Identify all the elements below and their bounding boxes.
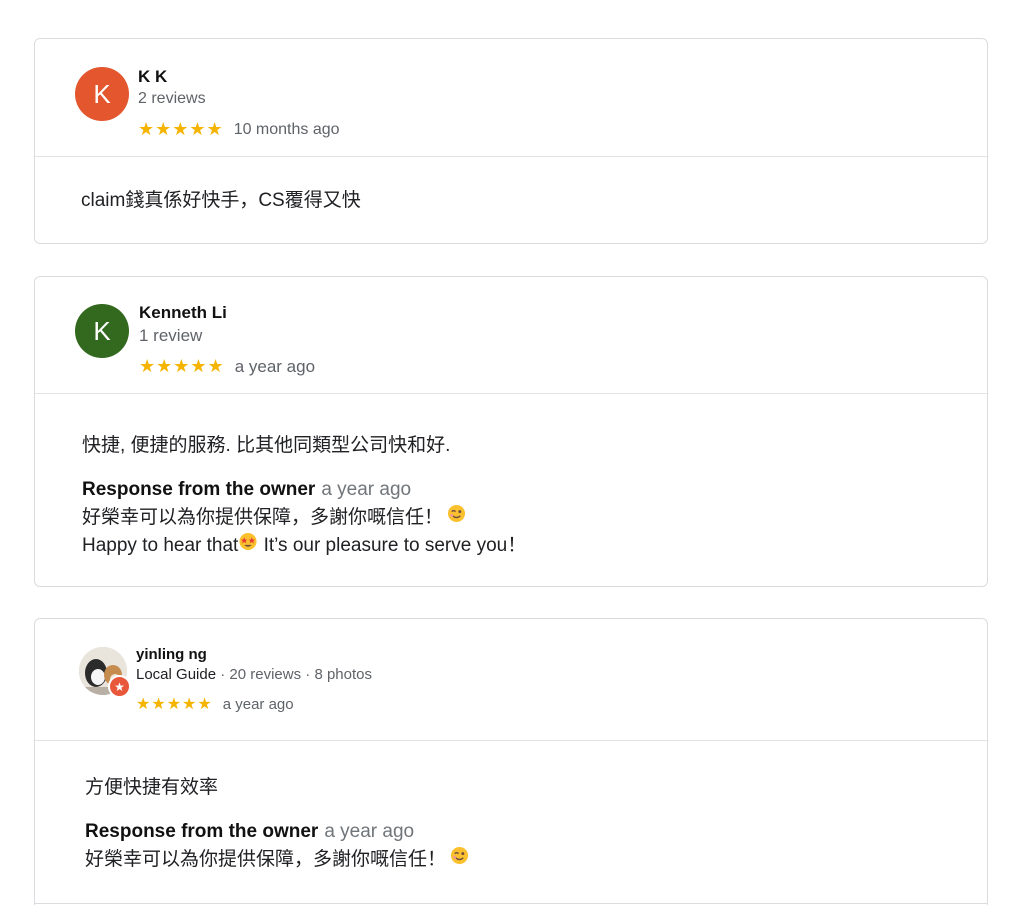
avatar[interactable]: K [75, 67, 129, 121]
review-time: 10 months ago [233, 120, 340, 138]
wink-emoji-icon [450, 846, 469, 874]
reviewer-name[interactable]: K K [138, 67, 206, 87]
review-time: a year ago [234, 356, 316, 376]
owner-response-line: It’s our pleasure to serve you！ [258, 535, 527, 556]
owner-response: Response from the owner a year ago 好榮幸可以為… [85, 818, 469, 874]
star-rating: ★★★★★ [138, 119, 224, 139]
reviewer-meta[interactable]: 1 review [139, 326, 227, 346]
owner-response-time: a year ago [321, 479, 412, 500]
rating-row: ★★★★★ a year ago [136, 694, 294, 714]
star-struck-emoji-icon [238, 532, 258, 560]
meta-separator: · [305, 666, 311, 683]
reviewer-info: K K 2 reviews [138, 67, 206, 108]
meta-separator: · [220, 666, 226, 683]
reviewer-info: Kenneth Li 1 review [139, 303, 227, 346]
local-guide-label: Local Guide [136, 666, 217, 683]
review-header: ★ yinling ng Local Guide · 20 reviews · … [35, 619, 987, 741]
review-body: claim錢真係好快手，CS覆得又快 [35, 157, 987, 244]
avatar[interactable]: ★ [79, 647, 131, 698]
review-text: 方便快捷有效率 [85, 777, 219, 798]
review-card: K Kenneth Li 1 review ★★★★★ a year ago 快… [34, 276, 988, 587]
reviewer-info: yinling ng Local Guide · 20 reviews · 8 … [136, 646, 372, 683]
reviewer-name[interactable]: yinling ng [136, 646, 372, 663]
review-text: 快捷, 便捷的服務. 比其他同類型公司快和好. [82, 435, 451, 456]
photo-count: 8 photos [314, 666, 372, 683]
owner-response-title: Response from the owner [85, 821, 319, 842]
review-card: K K K 2 reviews ★★★★★ 10 months ago clai… [34, 38, 988, 244]
owner-response: Response from the owner a year ago 好榮幸可以為… [82, 476, 526, 560]
star-rating: ★★★★★ [139, 356, 225, 376]
owner-response-line: 好榮幸可以為你提供保障，多謝你嘅信任！ [82, 507, 444, 528]
card-bottom-border [34, 903, 988, 904]
owner-response-title: Response from the owner [82, 479, 316, 500]
review-header: K Kenneth Li 1 review ★★★★★ a year ago [35, 277, 987, 394]
review-body: 快捷, 便捷的服務. 比其他同類型公司快和好. Response from th… [35, 394, 987, 587]
star-rating: ★★★★★ [136, 696, 213, 713]
rating-row: ★★★★★ a year ago [139, 356, 315, 377]
reviewer-meta[interactable]: Local Guide · 20 reviews · 8 photos [136, 666, 372, 683]
avatar-letter: K [93, 78, 111, 109]
rating-row: ★★★★★ 10 months ago [138, 119, 340, 140]
review-card: ★ yinling ng Local Guide · 20 reviews · … [34, 618, 988, 905]
review-text: claim錢真係好快手，CS覆得又快 [81, 190, 361, 211]
owner-response-line: 好榮幸可以為你提供保障，多謝你嘅信任！ [85, 849, 447, 870]
wink-emoji-icon [447, 504, 466, 532]
review-count: 20 reviews [229, 666, 302, 683]
review-time: a year ago [222, 695, 294, 713]
reviewer-meta[interactable]: 2 reviews [138, 90, 206, 108]
avatar-letter: K [93, 315, 111, 346]
review-body: 方便快捷有效率 Response from the owner a year ag… [35, 741, 987, 907]
owner-response-line: Happy to hear that [82, 535, 239, 556]
local-guide-badge-icon: ★ [108, 675, 131, 698]
avatar[interactable]: K [75, 304, 129, 358]
owner-response-time: a year ago [324, 821, 415, 842]
reviewer-name[interactable]: Kenneth Li [139, 303, 227, 323]
review-header: K K K 2 reviews ★★★★★ 10 months ago [35, 39, 987, 157]
